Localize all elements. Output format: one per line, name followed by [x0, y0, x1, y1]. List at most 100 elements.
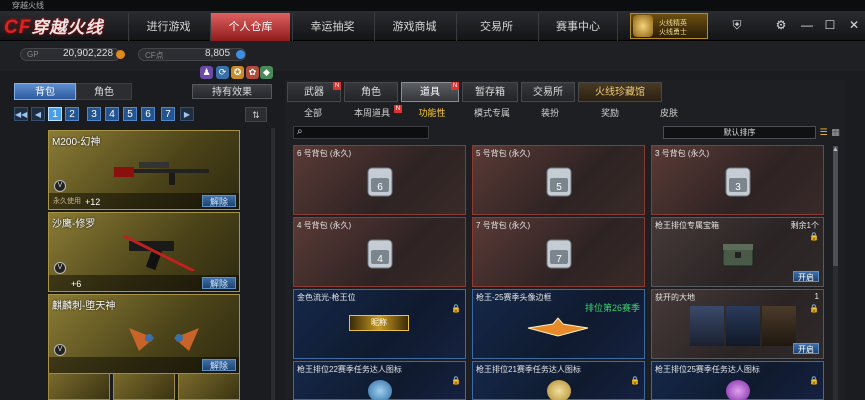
- settings-icon[interactable]: ⚙: [773, 17, 789, 33]
- item-card[interactable]: 枪王排位22赛季任务达人图标 🔒: [293, 361, 466, 400]
- remove-button[interactable]: 解除: [202, 359, 236, 371]
- tab-character[interactable]: 角色: [76, 83, 132, 100]
- tab-characters[interactable]: 角色: [344, 82, 398, 102]
- minimize-icon[interactable]: —: [799, 17, 815, 33]
- page-next-icon[interactable]: ▶: [180, 107, 194, 121]
- tab-collection[interactable]: 火线珍藏馆: [578, 82, 662, 102]
- grid-view-icon[interactable]: ▦: [830, 126, 841, 138]
- new-badge: N: [333, 82, 341, 90]
- nav-tab-warehouse[interactable]: 个人仓库: [210, 13, 290, 41]
- tab-storage[interactable]: 暂存箱: [462, 82, 518, 102]
- left-sort-button[interactable]: ⇅: [245, 107, 267, 122]
- page-3[interactable]: 3: [87, 107, 101, 121]
- tab-weapons[interactable]: 武器 N: [287, 82, 341, 102]
- item-name: 4 号背包 (永久): [297, 221, 352, 230]
- effects-button[interactable]: 持有效果: [192, 84, 272, 99]
- weapon-item-small[interactable]: [48, 373, 110, 400]
- search-icon[interactable]: ⌕: [297, 126, 307, 138]
- medal-icon[interactable]: ✪: [231, 66, 244, 79]
- season-label: 排位第26赛季: [584, 303, 640, 313]
- weapon-item[interactable]: 麒麟刺-堕天神 V 解除: [48, 294, 240, 374]
- backpack-icon: 6: [367, 167, 393, 197]
- weapon-item[interactable]: 沙鹰-修罗 V +6 解除: [48, 212, 240, 292]
- weapon-item-small[interactable]: [113, 373, 175, 400]
- weapon-level: +12: [85, 197, 101, 207]
- subtab-functional[interactable]: 功能性: [412, 106, 452, 120]
- item-name: 7 号背包 (永久): [476, 221, 531, 230]
- page-first-icon[interactable]: ◀◀: [14, 107, 28, 121]
- nav-tab-events[interactable]: 赛事中心: [538, 13, 618, 41]
- remove-button[interactable]: 解除: [202, 195, 236, 207]
- lock-icon: 🔒: [451, 304, 461, 313]
- item-name: 枪王排位25赛季任务达人图标: [655, 365, 760, 374]
- avatar-frame-icon: [527, 317, 589, 337]
- nav-tab-shop[interactable]: 游戏商城: [374, 13, 454, 41]
- character-portrait: [726, 306, 760, 346]
- shield-icon[interactable]: ⛨: [729, 17, 745, 33]
- page-4[interactable]: 4: [105, 107, 119, 121]
- item-card[interactable]: 4 号背包 (永久) 4: [293, 217, 466, 287]
- gift-icon[interactable]: ✿: [246, 66, 259, 79]
- item-card[interactable]: 金色流光-枪王位 🔒 昵称: [293, 289, 466, 359]
- weapon-item-small[interactable]: [178, 373, 240, 400]
- badge-icon: [368, 380, 392, 400]
- character-portrait: [762, 306, 796, 346]
- item-card[interactable]: 枪王排位专属宝箱 剩余1个 🔒 开启: [651, 217, 824, 287]
- new-badge: N: [451, 82, 459, 90]
- open-button[interactable]: 开启: [793, 271, 819, 282]
- item-name: 3 号背包 (永久): [655, 149, 710, 158]
- item-remaining: 剩余1个: [790, 221, 819, 230]
- weapon-item[interactable]: M200-幻神 V 永久使用 +12 解除: [48, 130, 240, 210]
- item-name: 枪王排位专属宝箱: [655, 221, 719, 230]
- item-card[interactable]: 3 号背包 (永久) 3: [651, 145, 824, 215]
- subtab-skin[interactable]: 皮肤: [654, 106, 684, 120]
- new-badge: N: [394, 105, 402, 113]
- item-card[interactable]: 6 号背包 (永久) 6: [293, 145, 466, 215]
- badge-line2: 火线勇士: [659, 29, 687, 36]
- tab-items[interactable]: 道具 N: [401, 82, 459, 102]
- sort-select[interactable]: 默认排序: [663, 126, 816, 139]
- nav-tab-exchange[interactable]: 交易所: [456, 13, 536, 41]
- open-button[interactable]: 开启: [793, 343, 819, 354]
- subtab-weekly[interactable]: 本周道具 N: [350, 105, 402, 120]
- vip-badge-icon: V: [54, 262, 66, 274]
- maximize-icon[interactable]: ☐: [822, 17, 838, 33]
- item-card[interactable]: 枪王排位25赛季任务达人图标 🔒: [651, 361, 824, 400]
- subtab-mode[interactable]: 模式专属: [470, 106, 514, 120]
- page-6[interactable]: 6: [141, 107, 155, 121]
- subtab-outfit[interactable]: 装扮: [535, 106, 565, 120]
- item-card[interactable]: 枪王排位21赛季任务达人图标 🔒: [472, 361, 645, 400]
- item-card[interactable]: 获开的大地 1 🔒 开启: [651, 289, 824, 359]
- item-card[interactable]: 5 号背包 (永久) 5: [472, 145, 645, 215]
- right-scrollbar-thumb[interactable]: [833, 146, 838, 266]
- lock-icon: 🔒: [809, 232, 819, 241]
- weapon-level: +6: [71, 279, 82, 289]
- nav-tab-play[interactable]: 进行游戏: [128, 13, 208, 41]
- page-5[interactable]: 5: [123, 107, 137, 121]
- left-scrollbar[interactable]: [271, 128, 275, 400]
- backpack-icon: 7: [546, 239, 572, 269]
- pistol-image: [123, 234, 195, 271]
- tab-exchange[interactable]: 交易所: [521, 82, 575, 102]
- cf-coin-icon: [236, 50, 245, 59]
- page-prev-icon[interactable]: ◀: [31, 107, 45, 121]
- window-title: 穿越火线: [0, 0, 865, 11]
- nav-tab-lottery[interactable]: 幸运抽奖: [292, 13, 372, 41]
- remove-button[interactable]: 解除: [202, 277, 236, 289]
- subtab-all[interactable]: 全部: [295, 106, 331, 120]
- item-card[interactable]: 7 号背包 (永久) 7: [472, 217, 645, 287]
- bag-icon[interactable]: ◆: [260, 66, 273, 79]
- character-icon[interactable]: ♟: [200, 66, 213, 79]
- page-2[interactable]: 2: [65, 107, 79, 121]
- list-view-icon[interactable]: ☰: [818, 126, 829, 138]
- close-icon[interactable]: ✕: [846, 17, 862, 33]
- tab-backpack[interactable]: 背包: [14, 83, 76, 100]
- search-input[interactable]: [293, 126, 429, 139]
- item-card[interactable]: 枪王-25赛季头像边框 排位第26赛季: [472, 289, 645, 359]
- page-1[interactable]: 1: [48, 107, 62, 121]
- scroll-up-icon[interactable]: ▲: [831, 146, 840, 154]
- cf-value: 8,805: [205, 48, 231, 59]
- refresh-icon[interactable]: ⟳: [216, 66, 229, 79]
- page-7[interactable]: 7: [161, 107, 175, 121]
- subtab-reward[interactable]: 奖励: [595, 106, 625, 120]
